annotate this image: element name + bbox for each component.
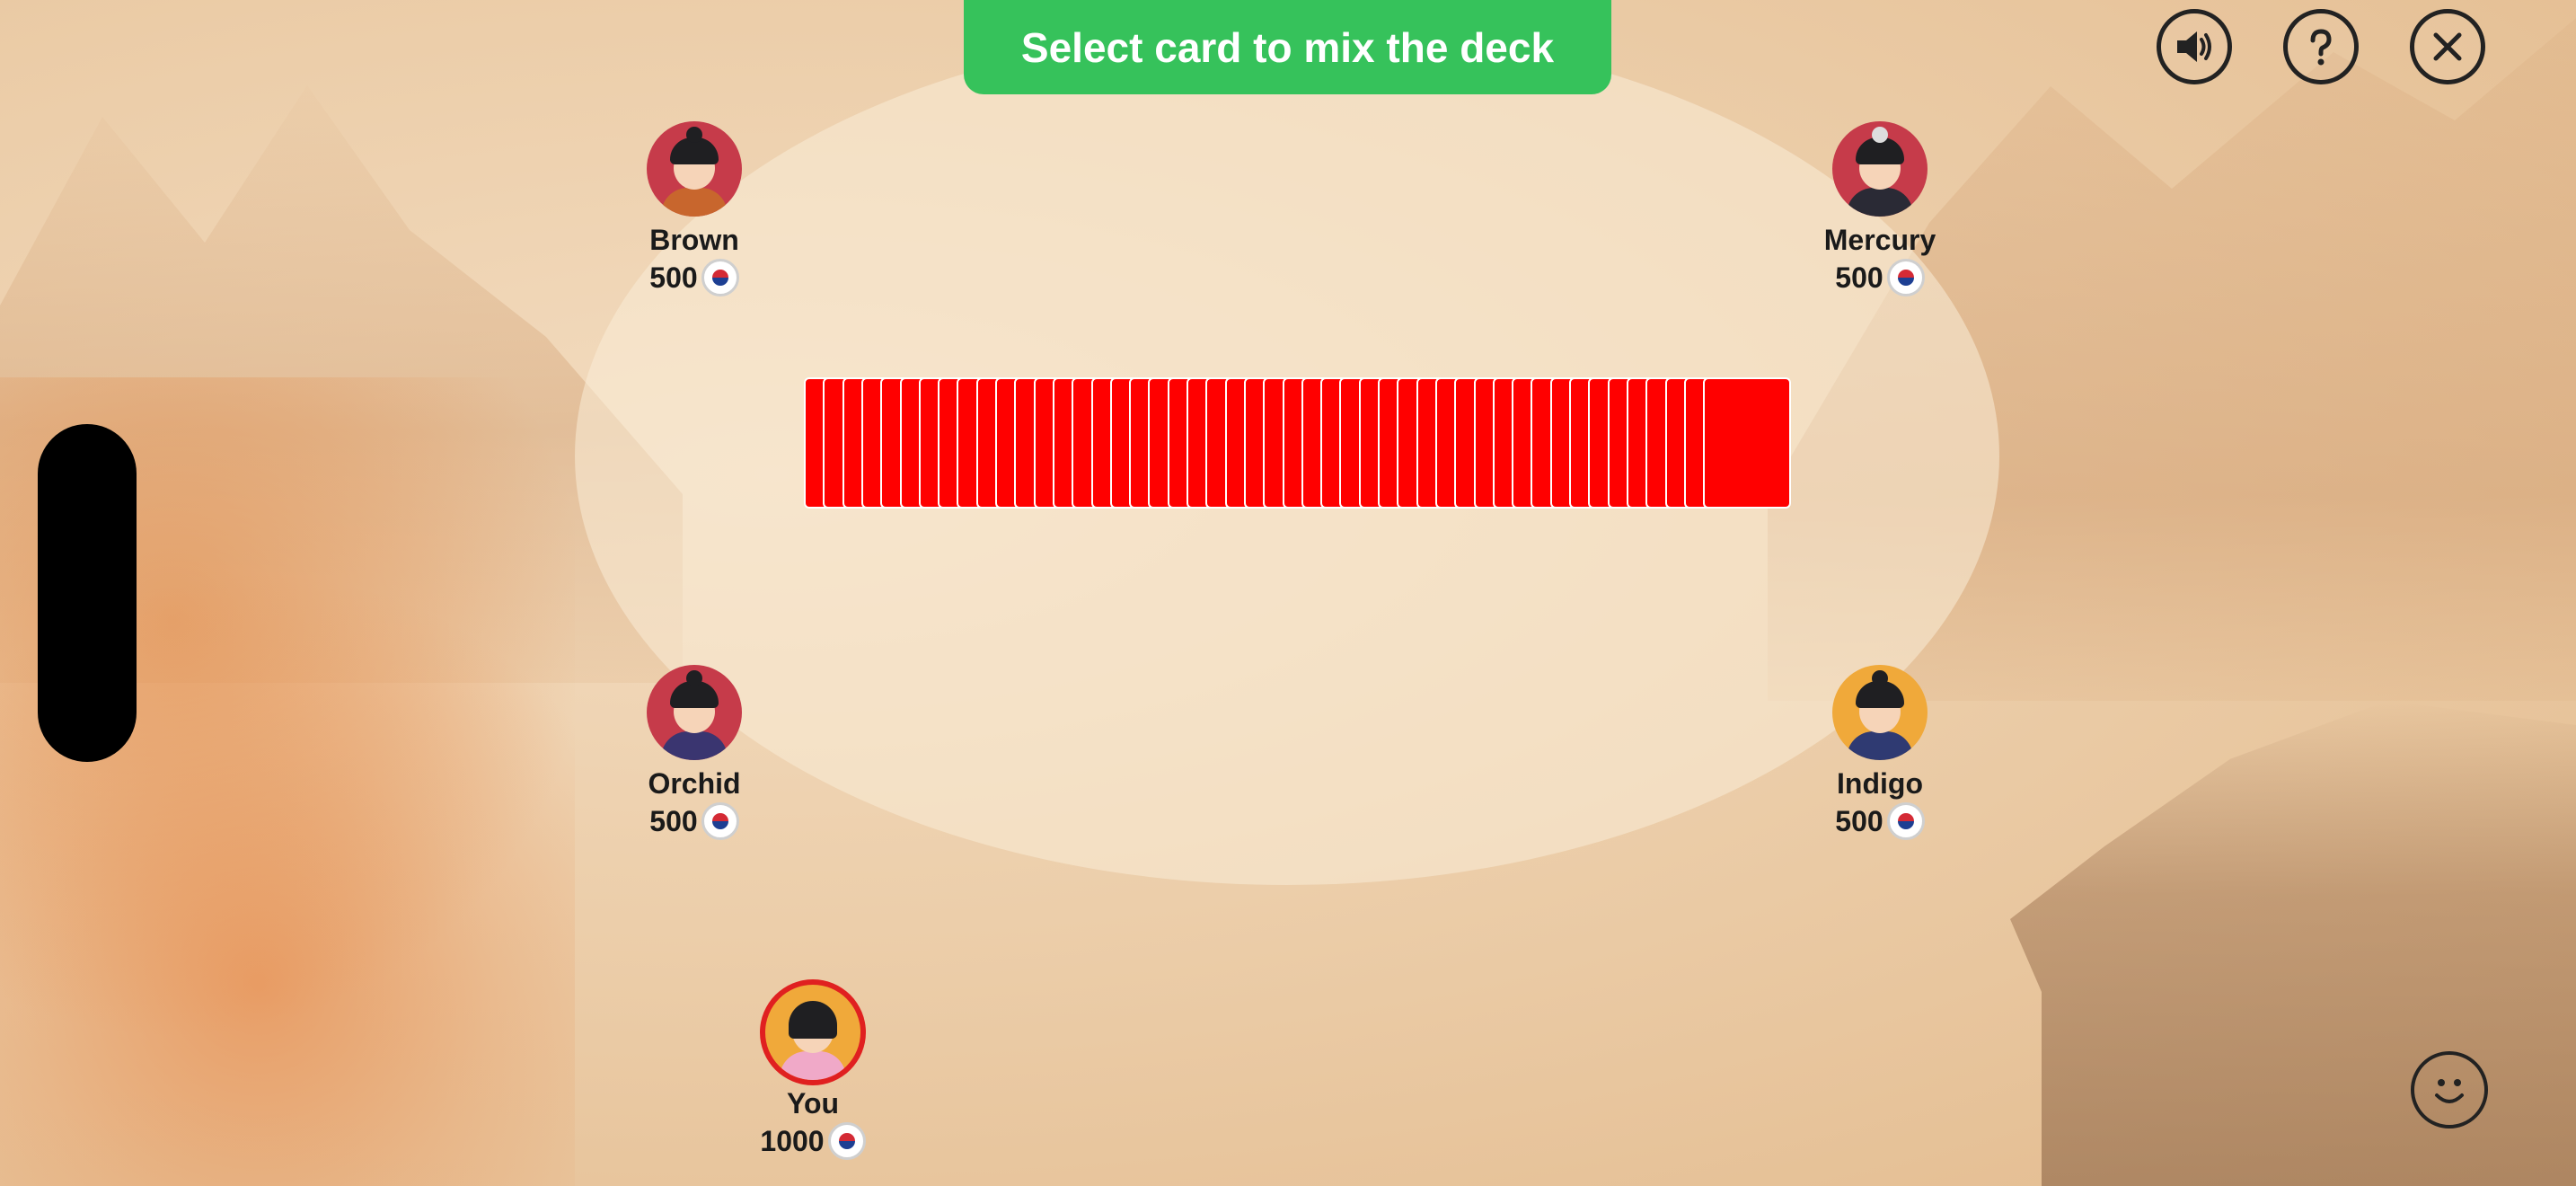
balance-value: 500 <box>1835 804 1883 837</box>
question-icon <box>2310 29 2332 66</box>
deck-card[interactable] <box>1703 377 1792 509</box>
player-balance: 500 <box>604 259 784 296</box>
coin-icon <box>701 802 739 840</box>
balance-value: 500 <box>1835 261 1883 294</box>
coin-icon <box>1886 802 1925 840</box>
avatar <box>1832 665 1928 760</box>
smiley-icon <box>2435 1079 2464 1103</box>
player-orchid: Orchid 500 <box>604 665 784 840</box>
player-mercury: Mercury 500 <box>1790 121 1970 296</box>
speaker-icon <box>2177 31 2211 62</box>
help-button[interactable] <box>2283 9 2359 84</box>
player-brown: Brown 500 <box>604 121 784 296</box>
player-balance: 500 <box>604 802 784 840</box>
player-name: Orchid <box>648 767 741 800</box>
avatar <box>765 985 860 1080</box>
balance-value: 500 <box>649 261 698 294</box>
player-name: Indigo <box>1837 767 1923 800</box>
card-deck[interactable] <box>804 377 1792 512</box>
balance-value: 1000 <box>760 1124 825 1157</box>
close-icon <box>2433 32 2462 61</box>
emoji-button[interactable] <box>2411 1051 2488 1128</box>
instruction-banner: Select card to mix the deck <box>964 0 1611 94</box>
player-name: Mercury <box>1823 224 1936 256</box>
player-you: You 1000 <box>723 985 903 1160</box>
side-panel-handle[interactable] <box>38 424 137 762</box>
avatar <box>1832 121 1928 217</box>
coin-icon <box>701 259 739 296</box>
background-temple <box>2010 701 2576 1186</box>
instruction-text: Select card to mix the deck <box>1020 23 1555 71</box>
balance-value: 500 <box>649 804 698 837</box>
sound-button[interactable] <box>2157 9 2232 84</box>
avatar <box>647 665 742 760</box>
close-button[interactable] <box>2410 9 2485 84</box>
player-indigo: Indigo 500 <box>1790 665 1970 840</box>
avatar <box>647 121 742 217</box>
player-balance: 1000 <box>723 1122 903 1160</box>
coin-icon <box>1886 259 1925 296</box>
player-balance: 500 <box>1790 259 1970 296</box>
coin-icon <box>827 1122 866 1160</box>
player-name: Brown <box>649 224 739 256</box>
player-balance: 500 <box>1790 802 1970 840</box>
player-name: You <box>786 1087 840 1120</box>
